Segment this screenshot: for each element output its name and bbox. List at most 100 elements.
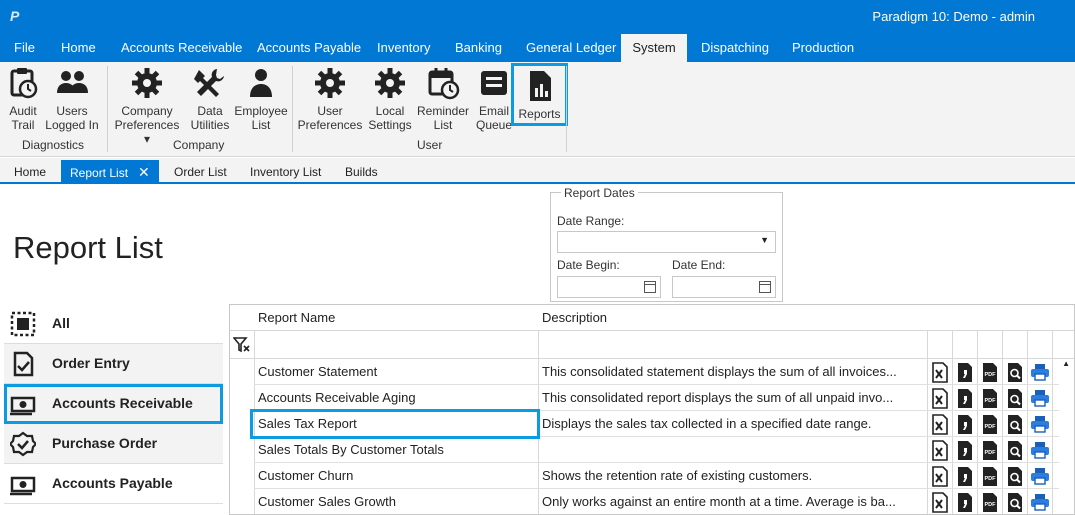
mail-queue-icon bbox=[481, 71, 507, 95]
audit-trail-icon bbox=[10, 68, 38, 99]
selected-row-highlight bbox=[250, 409, 540, 439]
ribbon-separator bbox=[566, 66, 567, 152]
tab-label: Report List bbox=[70, 166, 129, 180]
tab-builds[interactable]: Builds bbox=[336, 160, 387, 184]
date-end-label: Date End: bbox=[672, 258, 726, 272]
data-utilities-button[interactable]: Data Utilities bbox=[188, 66, 232, 132]
tab-inventory-list[interactable]: Inventory List bbox=[241, 160, 330, 184]
tab-home[interactable]: Home bbox=[5, 160, 55, 184]
reports-button[interactable]: Reports bbox=[511, 63, 568, 126]
money-icon bbox=[10, 396, 36, 416]
report-name-cell: Accounts Receivable Aging bbox=[258, 390, 416, 405]
group-label-diagnostics: Diagnostics bbox=[22, 138, 85, 152]
table-row[interactable]: Accounts Receivable Aging This consolida… bbox=[254, 385, 1059, 411]
report-description-cell: This consolidated report displays the su… bbox=[542, 390, 894, 405]
gear-icon bbox=[132, 68, 162, 98]
category-label: Accounts Receivable bbox=[52, 395, 193, 411]
category-order-entry[interactable]: Order Entry bbox=[4, 344, 223, 384]
document-tab-strip: Home Report List ✕ Order List Inventory L… bbox=[0, 158, 1075, 184]
menu-inventory[interactable]: Inventory bbox=[365, 34, 442, 62]
title-bar: P Paradigm 10: Demo - admin bbox=[0, 0, 1075, 34]
column-header-description[interactable]: Description bbox=[542, 310, 607, 325]
menu-dispatching[interactable]: Dispatching bbox=[689, 34, 781, 62]
badge-check-icon bbox=[10, 431, 36, 457]
category-all[interactable]: All bbox=[4, 304, 223, 344]
calendar-icon[interactable] bbox=[644, 281, 656, 293]
report-dates-group: Report Dates Date Range: ▼ Date Begin: D… bbox=[550, 186, 783, 302]
table-row[interactable]: Customer Churn Shows the retention rate … bbox=[254, 463, 1059, 489]
report-name-cell: Customer Churn bbox=[258, 468, 354, 483]
calendar-clock-icon bbox=[428, 68, 460, 100]
tab-report-list[interactable]: Report List ✕ bbox=[61, 160, 159, 184]
gear-icon bbox=[315, 68, 345, 98]
calendar-icon[interactable] bbox=[759, 281, 771, 293]
date-range-label: Date Range: bbox=[557, 214, 625, 228]
report-description-cell: Displays the sales tax collected in a sp… bbox=[542, 416, 872, 431]
report-name-cell: Sales Totals By Customer Totals bbox=[258, 442, 444, 457]
checklist-icon bbox=[13, 351, 34, 377]
group-label-user: User bbox=[417, 138, 443, 152]
report-grid: Report Name Description ▲ Customer State… bbox=[229, 304, 1075, 515]
menu-accounts-payable[interactable]: Accounts Payable bbox=[245, 34, 373, 62]
report-description-cell: Only works against an entire month at a … bbox=[542, 494, 896, 509]
report-description-cell: This consolidated statement displays the… bbox=[542, 364, 897, 379]
local-settings-button[interactable]: Local Settings bbox=[366, 66, 414, 132]
page-title: Report List bbox=[13, 230, 163, 265]
menu-system[interactable]: System bbox=[621, 34, 687, 62]
ribbon-separator bbox=[107, 66, 108, 152]
person-icon bbox=[250, 69, 272, 97]
menu-general-ledger[interactable]: General Ledger bbox=[514, 34, 628, 62]
menu-banking[interactable]: Banking bbox=[443, 34, 514, 62]
report-name-cell: Customer Sales Growth bbox=[258, 494, 396, 509]
date-begin-field[interactable] bbox=[557, 276, 661, 298]
users-logged-in-button[interactable]: Users Logged In bbox=[44, 66, 100, 132]
category-label: Purchase Order bbox=[52, 435, 158, 451]
scroll-up-arrow[interactable]: ▲ bbox=[1062, 359, 1070, 368]
report-description-cell: Shows the retention rate of existing cus… bbox=[542, 468, 813, 483]
employee-list-button[interactable]: Employee List bbox=[233, 66, 289, 132]
menu-accounts-receivable[interactable]: Accounts Receivable bbox=[109, 34, 254, 62]
report-category-list: All Order Entry Accounts Receivable Purc… bbox=[4, 304, 223, 515]
table-row[interactable]: Customer Sales Growth Only works against… bbox=[254, 489, 1059, 514]
chevron-down-icon: ▼ bbox=[760, 235, 769, 245]
table-row[interactable]: Sales Totals By Customer Totals bbox=[254, 437, 1059, 463]
date-begin-label: Date Begin: bbox=[557, 258, 620, 272]
report-chart-icon bbox=[529, 71, 551, 101]
category-accounts-receivable[interactable]: Accounts Receivable bbox=[4, 384, 223, 424]
user-preferences-button[interactable]: User Preferences bbox=[297, 66, 363, 132]
report-list-page: Report List Report Dates Date Range: ▼ D… bbox=[0, 184, 1075, 515]
email-queue-button[interactable]: Email Queue bbox=[474, 66, 514, 132]
tab-order-list[interactable]: Order List bbox=[165, 160, 236, 184]
category-label: All bbox=[52, 315, 70, 331]
ribbon: Audit Trail Users Logged In Diagnostics Co… bbox=[0, 62, 1075, 157]
app-logo: P bbox=[10, 8, 20, 24]
gear-icon bbox=[375, 68, 405, 98]
close-icon[interactable]: ✕ bbox=[138, 164, 150, 180]
grid-filter-row bbox=[230, 331, 1074, 359]
category-accounts-payable[interactable]: Accounts Payable bbox=[4, 464, 223, 504]
audit-trail-button[interactable]: Audit Trail bbox=[4, 66, 42, 132]
report-name-cell: Customer Statement bbox=[258, 364, 378, 379]
tools-icon bbox=[194, 69, 224, 97]
users-icon bbox=[57, 71, 88, 93]
money-icon bbox=[10, 476, 36, 496]
date-range-dropdown[interactable]: ▼ bbox=[557, 231, 776, 253]
menu-home[interactable]: Home bbox=[49, 34, 108, 62]
reminder-list-button[interactable]: Reminder List bbox=[416, 66, 470, 132]
table-row[interactable]: Customer Statement This consolidated sta… bbox=[254, 359, 1059, 385]
group-label-company: Company bbox=[173, 138, 225, 152]
ribbon-separator bbox=[292, 66, 293, 152]
date-end-field[interactable] bbox=[672, 276, 776, 298]
clear-filter-icon[interactable] bbox=[233, 337, 251, 353]
category-purchase-order[interactable]: Purchase Order bbox=[4, 424, 223, 464]
window-title: Paradigm 10: Demo - admin bbox=[872, 9, 1035, 24]
select-all-icon bbox=[10, 311, 36, 337]
menu-file[interactable]: File bbox=[2, 34, 47, 62]
menu-production[interactable]: Production bbox=[780, 34, 866, 62]
category-label: Accounts Payable bbox=[52, 475, 173, 491]
menu-bar: File Home Accounts Receivable Accounts P… bbox=[0, 34, 1075, 62]
column-header-report-name[interactable]: Report Name bbox=[258, 310, 335, 325]
company-preferences-button[interactable]: Company Preferences ▾ bbox=[110, 66, 184, 146]
grid-header: Report Name Description bbox=[230, 305, 1074, 331]
report-dates-legend: Report Dates bbox=[561, 186, 638, 200]
